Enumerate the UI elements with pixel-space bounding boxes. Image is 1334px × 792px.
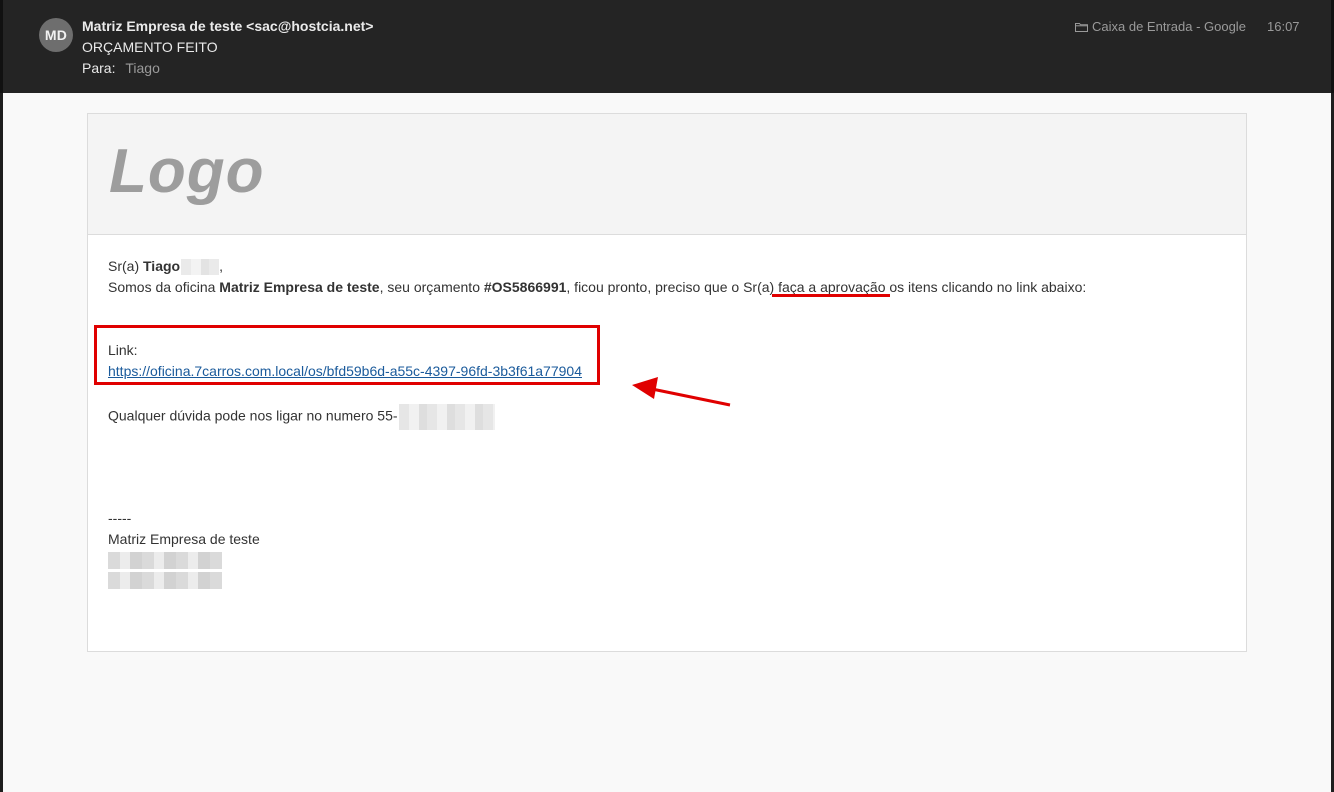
greeting: Sr(a) Tiago,: [108, 258, 223, 276]
contact-text: Qualquer dúvida pode nos ligar no numero…: [108, 407, 398, 424]
signature-name: Matriz Empresa de teste: [108, 531, 260, 547]
intro-paragraph: Somos da oficina Matriz Empresa de teste…: [108, 279, 1086, 295]
redacted-signature-line: [108, 552, 222, 569]
subject: ORÇAMENTO FEITO: [82, 39, 218, 55]
highlight-underline: [772, 294, 890, 297]
redacted-phone: [398, 404, 495, 430]
customer-name: Tiago: [143, 258, 181, 274]
intro-text-1: Somos da oficina: [108, 279, 220, 295]
email-header-banner: Logo: [88, 114, 1246, 235]
redacted-signature-line: [108, 572, 222, 589]
highlight-box: [94, 325, 600, 385]
company-name: Matriz Empresa de teste: [219, 279, 380, 295]
order-number: #OS5866991: [483, 279, 567, 295]
contact-line: Qualquer dúvida pode nos ligar no numero…: [108, 404, 495, 430]
folder-icon: [1075, 22, 1088, 32]
recipient-name[interactable]: Tiago: [125, 60, 160, 76]
redacted-surname: [181, 259, 220, 276]
mail-body: Logo Sr(a) Tiago, Somos da oficina Matri…: [3, 93, 1331, 792]
intro-text-2: , seu orçamento: [379, 279, 484, 295]
signature-separator: -----: [108, 510, 132, 526]
recipient-row: Para: Tiago: [82, 60, 160, 76]
greeting-suffix: ,: [219, 258, 223, 274]
received-time: 16:07: [1267, 19, 1300, 34]
sender[interactable]: Matriz Empresa de teste <sac@hostcia.net…: [82, 18, 373, 34]
avatar: MD: [39, 18, 73, 52]
intro-text-3: , ficou pronto, preciso que o Sr(a) faça…: [566, 279, 1087, 295]
greeting-prefix: Sr(a): [108, 258, 143, 274]
mailbox-name: Caixa de Entrada - Google: [1092, 19, 1246, 34]
mail-header: MD Matriz Empresa de teste <sac@hostcia.…: [0, 0, 1334, 93]
to-label: Para:: [82, 60, 116, 76]
company-logo: Logo: [109, 137, 265, 206]
mailbox-label: Caixa de Entrada - Google: [1075, 19, 1246, 34]
